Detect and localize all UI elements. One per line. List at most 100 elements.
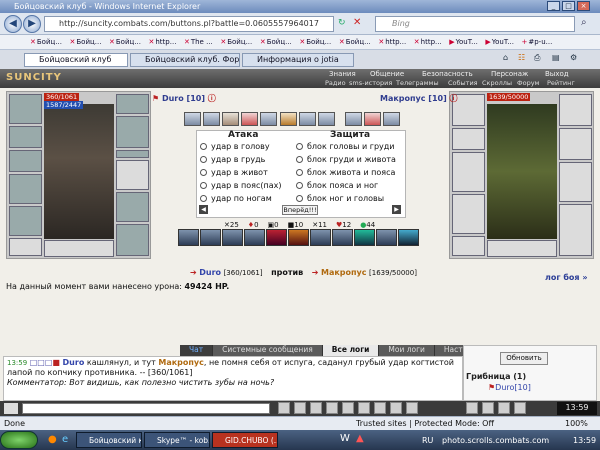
room-member[interactable]: ⚑Duro[10] bbox=[488, 383, 531, 392]
radio-button[interactable] bbox=[296, 169, 303, 176]
runes-slot[interactable] bbox=[487, 240, 557, 257]
effect-icon[interactable] bbox=[345, 112, 362, 126]
menu-character[interactable]: Персонаж bbox=[491, 70, 528, 78]
attack-option-legs[interactable]: удар по ногам bbox=[200, 194, 272, 203]
emoticons-icon[interactable] bbox=[278, 402, 290, 414]
favorite-link[interactable]: +#p-u... bbox=[522, 35, 553, 49]
private-icon[interactable] bbox=[374, 402, 386, 414]
menu-sms-history[interactable]: sms-история bbox=[349, 79, 392, 87]
ring-slot[interactable] bbox=[116, 150, 149, 158]
effect-icon[interactable] bbox=[383, 112, 400, 126]
player-name-label[interactable]: ⚑ Duro [10] ⓘ bbox=[152, 93, 216, 104]
word-icon[interactable]: W bbox=[340, 433, 350, 444]
favorite-link[interactable]: ✕Бойц... bbox=[339, 35, 371, 49]
zoom-level[interactable]: 100% bbox=[565, 417, 588, 430]
earring-slot[interactable] bbox=[452, 128, 485, 150]
enemy-name-label[interactable]: Макропус [10] ⓘ bbox=[380, 93, 458, 104]
armor-slot[interactable] bbox=[9, 206, 42, 236]
radio-button[interactable] bbox=[296, 143, 303, 150]
radio-button[interactable] bbox=[296, 182, 303, 189]
tab-jotia-info[interactable]: Информация о jotia bbox=[242, 53, 354, 67]
tab-my-logs[interactable]: Мои логи bbox=[379, 345, 435, 356]
scroll-icon[interactable] bbox=[358, 402, 370, 414]
armor-slot[interactable] bbox=[452, 194, 485, 234]
favorite-link[interactable]: ▶YouT... bbox=[485, 35, 514, 49]
skill-icon[interactable] bbox=[354, 229, 375, 246]
start-button[interactable] bbox=[0, 431, 38, 449]
defense-option-chest-stomach[interactable]: блок груди и живота bbox=[296, 155, 396, 164]
favorite-link[interactable]: ✕http... bbox=[149, 35, 177, 49]
sound-icon[interactable] bbox=[342, 402, 354, 414]
leggings-slot[interactable] bbox=[116, 224, 149, 256]
map-icon[interactable] bbox=[482, 402, 494, 414]
favorite-link[interactable]: ✕http... bbox=[414, 35, 442, 49]
menu-scrolls[interactable]: Скроллы bbox=[482, 79, 512, 87]
skill-icon[interactable] bbox=[222, 229, 243, 246]
bracers-slot[interactable] bbox=[116, 116, 149, 148]
amulet-slot[interactable] bbox=[9, 150, 42, 172]
effect-icon[interactable] bbox=[260, 112, 277, 126]
menu-rating[interactable]: Рейтинг bbox=[547, 79, 575, 87]
inventory-icon[interactable] bbox=[466, 402, 478, 414]
radio-button[interactable] bbox=[200, 195, 207, 202]
defense-option-legs-head[interactable]: блок ног и головы bbox=[296, 194, 384, 203]
defense-option-stomach-belt[interactable]: блок живота и пояса bbox=[296, 168, 395, 177]
skill-icon[interactable] bbox=[332, 229, 353, 246]
boots-slot[interactable] bbox=[559, 204, 592, 256]
favorite-link[interactable]: ✕http... bbox=[378, 35, 406, 49]
friends-icon[interactable] bbox=[498, 402, 510, 414]
favorite-link[interactable]: ✕Бойц... bbox=[30, 35, 62, 49]
attack-option-head[interactable]: удар в голову bbox=[200, 142, 270, 151]
favorite-link[interactable]: ✕Бойц... bbox=[70, 35, 102, 49]
menu-events[interactable]: События bbox=[448, 79, 478, 87]
vs-player-name[interactable]: Duro bbox=[199, 268, 221, 277]
favorite-link[interactable]: ✕Бойц... bbox=[260, 35, 292, 49]
url-input[interactable]: http://suncity.combats.com/buttons.pl?ba… bbox=[44, 16, 334, 32]
mail-icon[interactable] bbox=[514, 402, 526, 414]
effect-icon[interactable] bbox=[184, 112, 201, 126]
boots-slot[interactable] bbox=[116, 192, 149, 222]
effect-icon[interactable] bbox=[318, 112, 335, 126]
effect-icon[interactable] bbox=[280, 112, 297, 126]
skill-icon[interactable] bbox=[398, 229, 419, 246]
radio-button[interactable] bbox=[296, 195, 303, 202]
stop-icon[interactable]: ✕ bbox=[353, 17, 361, 28]
belt-slot[interactable] bbox=[9, 238, 42, 256]
favorite-link[interactable]: ✕Бойц... bbox=[220, 35, 252, 49]
tab-chat[interactable]: Чат bbox=[180, 345, 214, 356]
filter-icon[interactable] bbox=[326, 402, 338, 414]
belt-slot[interactable] bbox=[452, 236, 485, 256]
ie-icon[interactable]: e bbox=[62, 434, 68, 445]
radio-button[interactable] bbox=[200, 143, 207, 150]
gloves-slot[interactable] bbox=[116, 94, 149, 114]
effect-icon[interactable] bbox=[299, 112, 316, 126]
favorite-link[interactable]: ✕The ... bbox=[184, 35, 213, 49]
effect-icon[interactable] bbox=[364, 112, 381, 126]
minimize-button[interactable]: _ bbox=[547, 1, 560, 11]
favorite-link[interactable]: ▶YouT... bbox=[449, 35, 478, 49]
favorite-link[interactable]: ✕Бойц... bbox=[299, 35, 331, 49]
back-icon[interactable]: ◀ bbox=[4, 15, 22, 33]
refresh-button[interactable]: Обновить bbox=[500, 352, 548, 365]
forward-icon[interactable]: ▶ bbox=[23, 15, 41, 33]
task-gid-chubo[interactable]: GID.CHUBO (... bbox=[212, 432, 278, 448]
task-combats-club[interactable]: Бойцовский клуб ... bbox=[76, 432, 142, 448]
skill-icon[interactable] bbox=[200, 229, 221, 246]
skill-icon[interactable] bbox=[244, 229, 265, 246]
refresh-icon[interactable]: ↻ bbox=[338, 18, 346, 28]
menu-radio[interactable]: Радио bbox=[325, 79, 346, 87]
menu-communication[interactable]: Общение bbox=[370, 70, 404, 78]
chat-input[interactable] bbox=[22, 403, 270, 414]
gloves-slot[interactable] bbox=[559, 94, 592, 126]
effect-icon[interactable] bbox=[203, 112, 220, 126]
language-indicator[interactable]: RU bbox=[422, 436, 433, 445]
tab-system-messages[interactable]: Системные сообщения bbox=[213, 345, 323, 356]
info-icon[interactable]: ⓘ bbox=[450, 94, 458, 103]
weapon-slot[interactable] bbox=[9, 174, 42, 204]
enemy-avatar[interactable] bbox=[487, 104, 557, 239]
close-button[interactable]: × bbox=[577, 1, 590, 11]
player-avatar[interactable] bbox=[44, 104, 114, 239]
battle-log-link[interactable]: лог боя » bbox=[545, 273, 588, 282]
menu-telegrams[interactable]: Телеграммы bbox=[396, 79, 439, 87]
security-zone[interactable]: Trusted sites | Protected Mode: Off bbox=[356, 417, 494, 430]
